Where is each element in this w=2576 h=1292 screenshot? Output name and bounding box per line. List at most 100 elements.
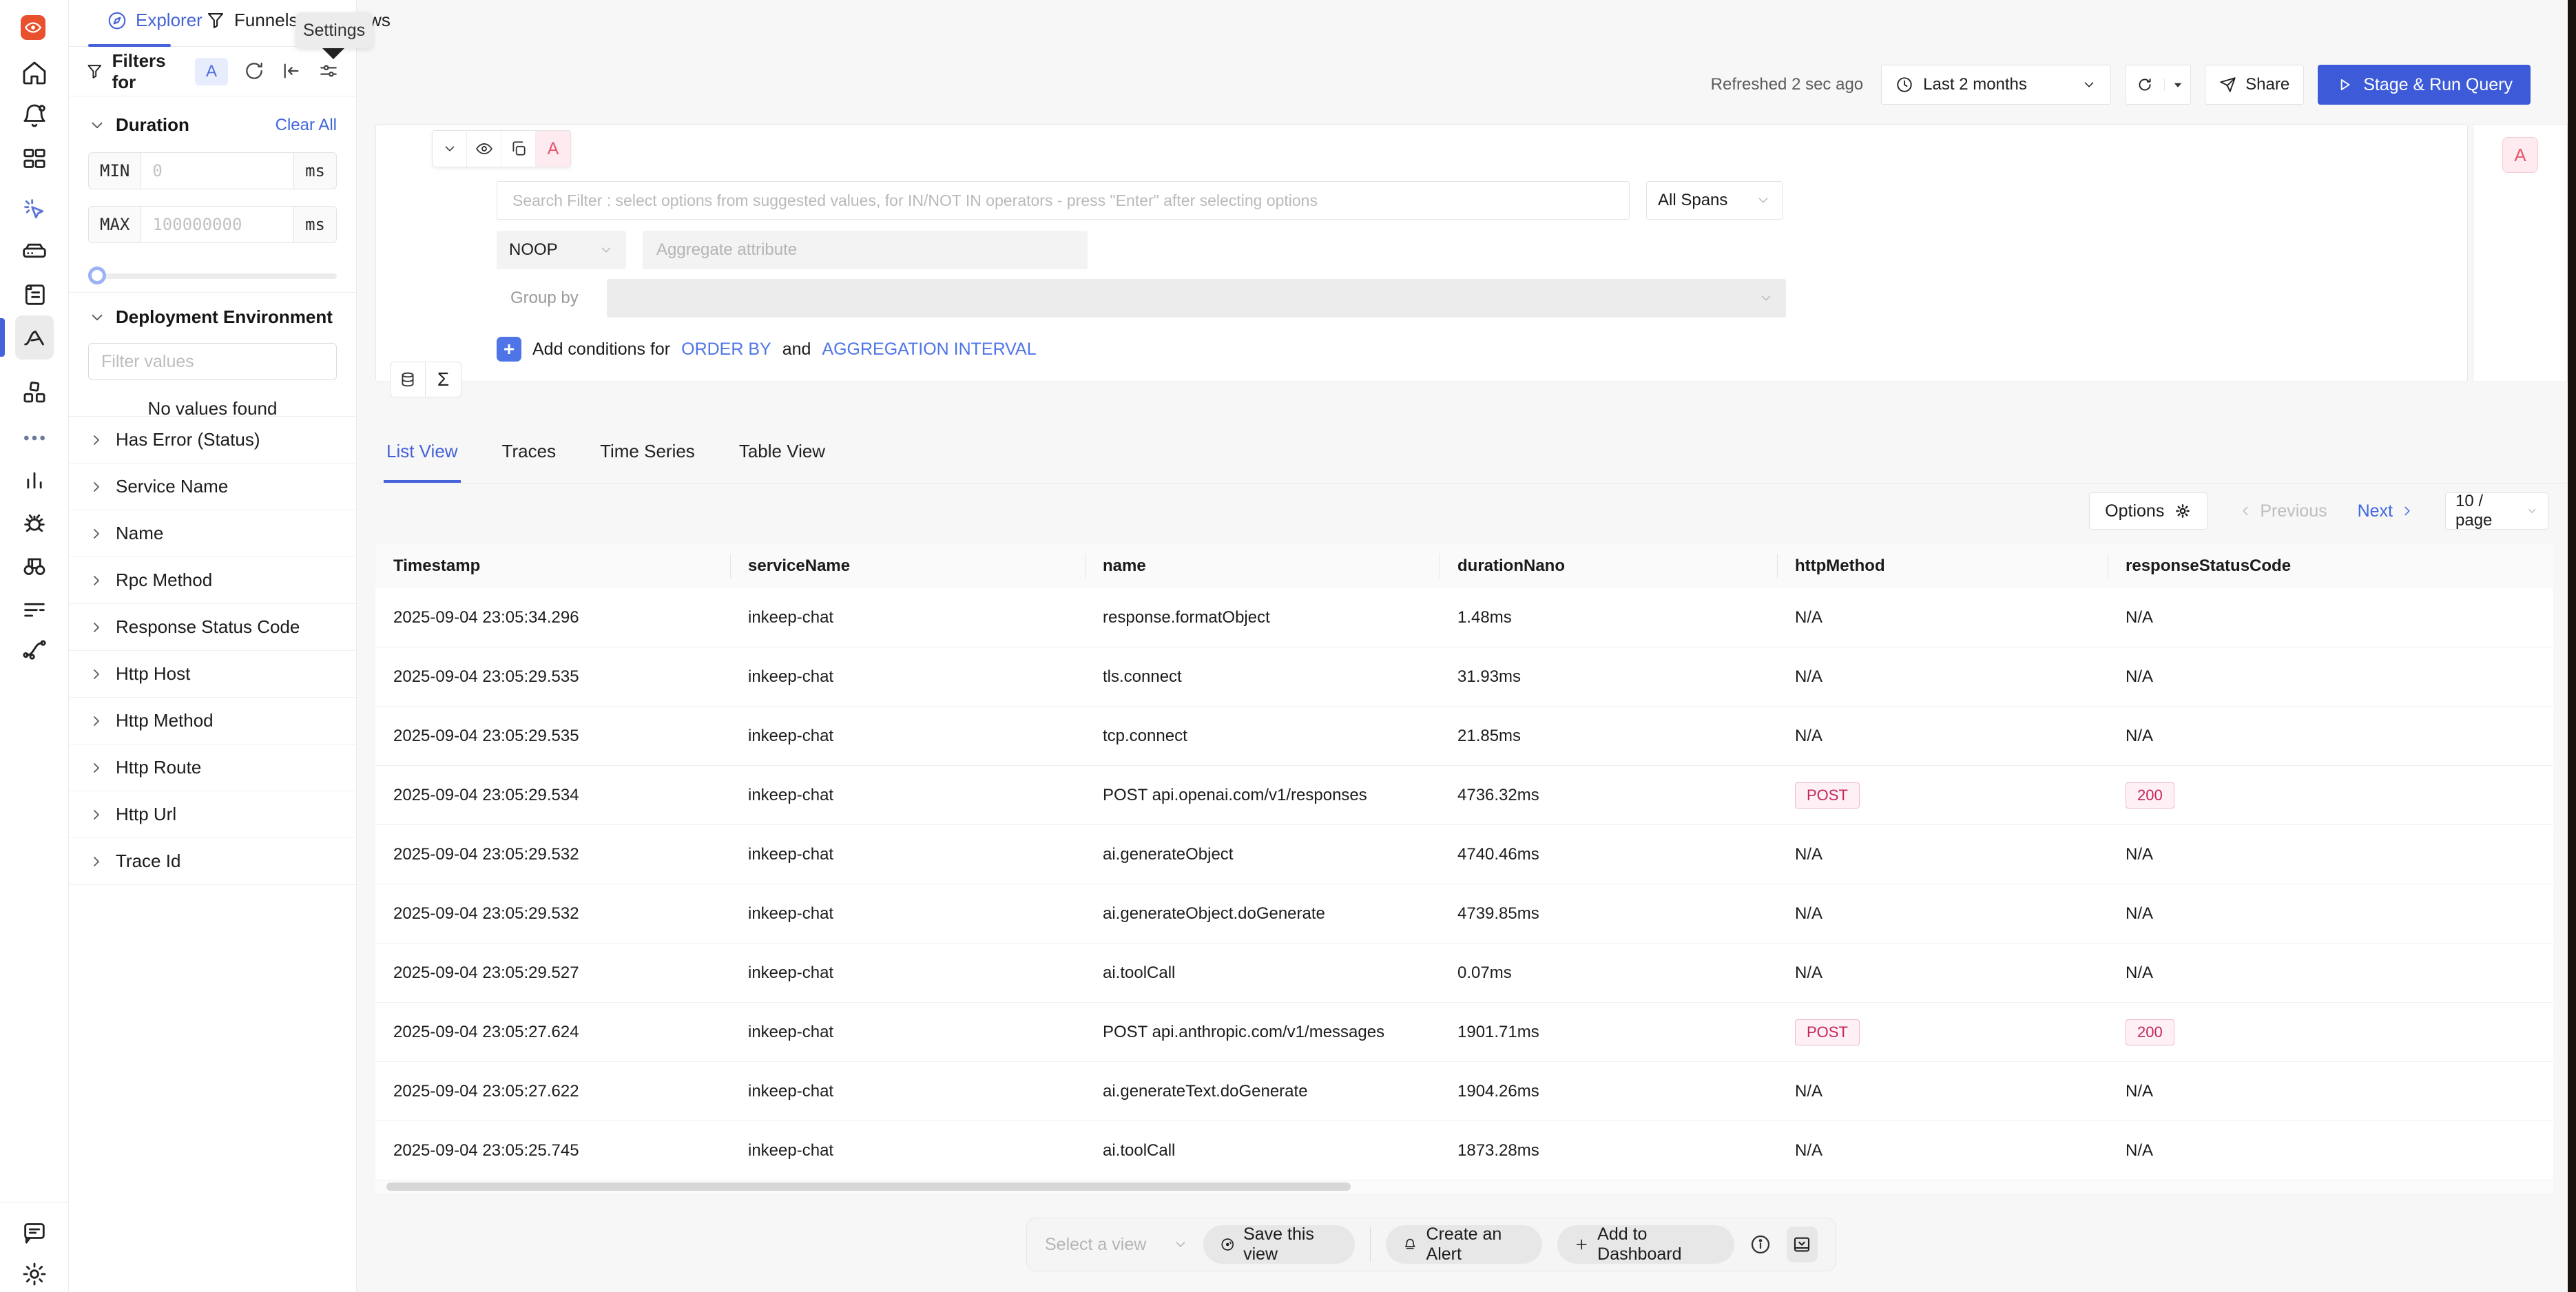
table-row[interactable]: 2025-09-04 23:05:27.622inkeep-chatai.gen…	[375, 1062, 2553, 1121]
tab-funnels[interactable]: Funnels	[205, 10, 298, 31]
table-row[interactable]: 2025-09-04 23:05:29.527inkeep-chatai.too…	[375, 944, 2553, 1003]
clear-all-link[interactable]: Clear All	[276, 116, 337, 135]
more-dots-icon[interactable]	[19, 423, 50, 453]
aggregate-attribute-input[interactable]	[643, 231, 1088, 269]
add-to-dashboard-button[interactable]: Add to Dashboard	[1557, 1225, 1734, 1264]
duration-slider[interactable]	[88, 267, 337, 284]
traces-icon[interactable]	[19, 322, 50, 353]
table-row[interactable]: 2025-09-04 23:05:29.532inkeep-chatai.gen…	[375, 884, 2553, 944]
tab-explorer[interactable]: Explorer	[107, 10, 202, 31]
previous-page-button[interactable]: Previous	[2238, 501, 2327, 521]
select-view-dropdown[interactable]: Select a view	[1045, 1235, 1188, 1255]
collapse-panel-icon[interactable]	[280, 60, 302, 83]
table-row[interactable]: 2025-09-04 23:05:27.624inkeep-chatPOST a…	[375, 1003, 2553, 1062]
slider-handle[interactable]	[88, 267, 106, 284]
col-name[interactable]: name	[1085, 544, 1440, 588]
filter-settings-icon[interactable]	[318, 60, 340, 83]
exceptions-bug-icon[interactable]	[19, 508, 50, 539]
search-filter-input[interactable]	[497, 181, 1630, 220]
share-button[interactable]: Share	[2205, 65, 2304, 105]
tab-traces[interactable]: Traces	[499, 434, 559, 480]
add-conditions-plus-icon[interactable]: +	[497, 337, 521, 362]
tab-list-view[interactable]: List View	[384, 434, 461, 483]
services-cubes-icon[interactable]	[19, 377, 50, 408]
filter-item-http-route[interactable]: Http Route	[69, 744, 356, 791]
filters-query-badge[interactable]: A	[195, 58, 228, 85]
refresh-button[interactable]	[2126, 76, 2164, 94]
add-query-button[interactable]	[390, 362, 426, 397]
save-view-button[interactable]: Save this view	[1203, 1225, 1355, 1264]
query-side-badge[interactable]: A	[2502, 137, 2538, 173]
settings-gear-icon[interactable]	[19, 1259, 50, 1289]
dashboards-grid-icon[interactable]	[19, 143, 50, 174]
infrastructure-icon[interactable]	[19, 237, 50, 267]
copy-query-icon[interactable]	[501, 131, 536, 167]
table-row[interactable]: 2025-09-04 23:05:34.296inkeep-chatrespon…	[375, 588, 2553, 647]
share-label: Share	[2245, 75, 2289, 94]
chevron-right-icon	[88, 479, 105, 495]
table-row[interactable]: 2025-09-04 23:05:29.535inkeep-chattcp.co…	[375, 707, 2553, 766]
chevron-down-icon[interactable]	[88, 116, 106, 134]
aggregation-interval-link[interactable]: AGGREGATION INTERVAL	[822, 340, 1036, 360]
tab-table-view[interactable]: Table View	[736, 434, 828, 480]
info-icon[interactable]	[1749, 1233, 1772, 1256]
integrations-route-icon[interactable]	[19, 634, 50, 664]
events-cursor-icon[interactable]	[19, 194, 50, 225]
col-timestamp[interactable]: Timestamp	[375, 544, 730, 588]
filter-item-response-status-code[interactable]: Response Status Code	[69, 604, 356, 651]
toggle-visibility-eye-icon[interactable]	[467, 131, 501, 167]
collapse-query-icon[interactable]	[433, 131, 467, 167]
pipelines-list-icon[interactable]	[19, 594, 50, 624]
filter-item-name[interactable]: Name	[69, 510, 356, 557]
chevron-right-icon	[88, 666, 105, 683]
group-by-label: Group by	[510, 289, 579, 308]
chevron-down-icon	[1758, 291, 1774, 306]
table-row[interactable]: 2025-09-04 23:05:29.535inkeep-chattls.co…	[375, 647, 2553, 707]
refresh-interval-dropdown[interactable]	[2164, 79, 2190, 91]
query-badge[interactable]: A	[536, 131, 570, 167]
create-alert-button[interactable]: Create an Alert	[1386, 1225, 1542, 1264]
horizontal-scrollbar[interactable]	[375, 1180, 2553, 1193]
home-icon[interactable]	[19, 58, 50, 88]
logs-scroll-icon[interactable]	[19, 280, 50, 310]
filter-item-http-method[interactable]: Http Method	[69, 698, 356, 744]
table-row[interactable]: 2025-09-04 23:05:29.534inkeep-chatPOST a…	[375, 766, 2553, 825]
support-chat-icon[interactable]	[19, 1218, 50, 1248]
add-formula-button[interactable]: Σ	[426, 362, 461, 397]
filter-item-rpc-method[interactable]: Rpc Method	[69, 557, 356, 604]
span-scope-select[interactable]: All Spans	[1646, 181, 1783, 220]
order-by-link[interactable]: ORDER BY	[681, 340, 771, 360]
metrics-bars-icon[interactable]	[19, 466, 50, 496]
col-service-name[interactable]: serviceName	[730, 544, 1085, 588]
table-row[interactable]: 2025-09-04 23:05:29.532inkeep-chatai.gen…	[375, 825, 2553, 884]
tab-time-series[interactable]: Time Series	[597, 434, 698, 480]
options-button[interactable]: Options	[2089, 492, 2208, 530]
filter-item-has-error[interactable]: Has Error (Status)	[69, 417, 356, 463]
time-range-select[interactable]: Last 2 months	[1881, 65, 2111, 105]
table-row[interactable]: 2025-09-04 23:05:25.745inkeep-chatai.too…	[375, 1121, 2553, 1180]
min-input[interactable]	[141, 152, 294, 189]
filter-item-http-url[interactable]: Http Url	[69, 791, 356, 838]
page-size-select[interactable]: 10 / page	[2445, 492, 2548, 530]
col-http-method[interactable]: httpMethod	[1777, 544, 2108, 588]
chevron-down-icon[interactable]	[88, 309, 106, 326]
max-input[interactable]	[141, 206, 294, 243]
collapse-bar-icon[interactable]	[1787, 1227, 1818, 1262]
next-page-button[interactable]: Next	[2358, 501, 2415, 521]
duration-max-row: MAX ms	[88, 206, 337, 243]
scrollbar-thumb[interactable]	[386, 1182, 1351, 1191]
aggregation-operator-select[interactable]: NOOP	[497, 231, 626, 269]
filter-item-http-host[interactable]: Http Host	[69, 651, 356, 698]
explore-binoculars-icon[interactable]	[19, 551, 50, 581]
run-label: Stage & Run Query	[2363, 75, 2513, 95]
col-response-status[interactable]: responseStatusCode	[2108, 544, 2553, 588]
col-duration[interactable]: durationNano	[1440, 544, 1777, 588]
alerts-bell-icon[interactable]	[19, 101, 50, 131]
app-logo-icon[interactable]	[21, 15, 45, 40]
sync-filters-icon[interactable]	[243, 60, 265, 83]
filter-item-trace-id[interactable]: Trace Id	[69, 838, 356, 885]
filter-item-service-name[interactable]: Service Name	[69, 463, 356, 510]
stage-run-query-button[interactable]: Stage & Run Query	[2318, 65, 2531, 105]
group-by-select[interactable]	[607, 279, 1786, 317]
deployment-filter-input[interactable]	[88, 343, 337, 380]
